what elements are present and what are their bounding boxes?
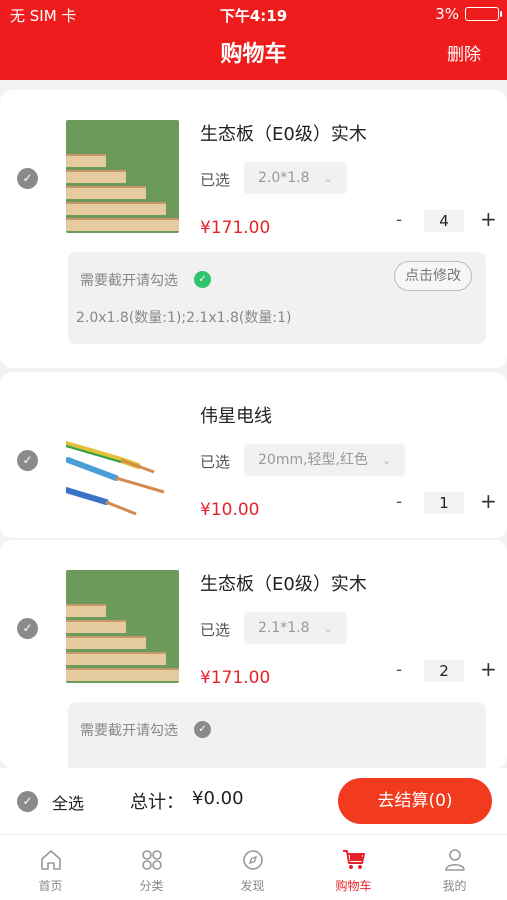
item-check-icon[interactable]: ✓ — [17, 168, 38, 189]
quantity-field[interactable]: 4 — [424, 210, 464, 232]
status-bar: 无 SIM 卡 下午4:19 3% — [0, 0, 507, 28]
compass-icon — [242, 850, 263, 870]
quantity-field[interactable]: 2 — [424, 660, 464, 682]
quantity-field[interactable]: 1 — [424, 492, 464, 514]
cart-item: ✓ 生态板（E0级）实木 已选 2.1*1.8 ⌄ ¥171.00 - 2 + 需… — [0, 540, 507, 768]
tab-cart[interactable]: 购物车 — [303, 835, 404, 900]
total-value: ¥0.00 — [192, 788, 244, 809]
checkout-button[interactable]: 去结算(0) — [338, 778, 492, 824]
total-label: 总计： — [130, 792, 184, 813]
cut-option-box: 需要截开请勾选 ✓ — [68, 702, 486, 768]
spec-value: 20mm,轻型,红色 — [258, 452, 368, 468]
category-icon — [141, 850, 162, 870]
cart-item: ✓ 生态板（E0级）实木 已选 2.0*1.8 ⌄ ¥171.00 - 4 + 需… — [0, 90, 507, 368]
spec-dropdown[interactable]: 20mm,轻型,红色 ⌄ — [244, 444, 406, 476]
cart-item: ✓ 伟星电线 已选 20mm,轻型,红色 ⌄ ¥10.00 - 1 + — [0, 372, 507, 538]
item-check-icon[interactable]: ✓ — [17, 618, 38, 639]
cut-check-icon[interactable]: ✓ — [194, 721, 211, 738]
user-icon — [444, 849, 465, 871]
selected-label: 已选 — [200, 453, 231, 471]
checkout-bar: ✓ 全选 总计： ¥0.00 去结算(0) — [0, 768, 507, 834]
selected-label: 已选 — [200, 171, 231, 189]
decrease-button[interactable]: - — [396, 660, 402, 680]
tab-label: 发现 — [240, 879, 265, 893]
product-name[interactable]: 生态板（E0级）实木 — [200, 120, 367, 146]
price: ¥10.00 — [200, 500, 260, 520]
tab-label: 分类 — [139, 879, 164, 893]
tab-category[interactable]: 分类 — [101, 835, 202, 900]
tab-bar: 首页 分类 发现 购物车 我的 — [0, 834, 507, 900]
delete-button[interactable]: 删除 — [447, 40, 481, 65]
tab-discover[interactable]: 发现 — [202, 835, 303, 900]
cut-prompt: 需要截开请勾选 — [80, 273, 178, 289]
modify-button[interactable]: 点击修改 — [394, 261, 472, 291]
cut-check-icon[interactable]: ✓ — [194, 271, 211, 288]
cut-prompt: 需要截开请勾选 — [80, 723, 178, 739]
product-image[interactable] — [66, 570, 179, 683]
increase-button[interactable]: + — [480, 489, 497, 513]
tab-label: 购物车 — [335, 879, 372, 893]
item-check-icon[interactable]: ✓ — [17, 450, 38, 471]
tab-label: 首页 — [38, 879, 63, 893]
tab-home[interactable]: 首页 — [0, 835, 101, 900]
spec-value: 2.0*1.8 — [258, 170, 310, 186]
product-name[interactable]: 伟星电线 — [200, 402, 272, 428]
increase-button[interactable]: + — [480, 657, 497, 681]
page-title: 购物车 — [220, 42, 287, 67]
select-all-check-icon[interactable]: ✓ — [17, 791, 38, 812]
home-icon — [40, 850, 61, 870]
product-name[interactable]: 生态板（E0级）实木 — [200, 570, 367, 596]
spec-dropdown[interactable]: 2.0*1.8 ⌄ — [244, 162, 347, 194]
price: ¥171.00 — [200, 668, 271, 688]
clock-label: 下午4:19 — [219, 7, 288, 25]
status-right: 3% — [435, 5, 502, 23]
cart-icon — [342, 850, 365, 869]
tab-label: 我的 — [442, 879, 467, 893]
battery-icon — [465, 7, 502, 21]
product-image[interactable] — [66, 120, 179, 233]
decrease-button[interactable]: - — [396, 210, 402, 230]
cut-detail: 2.0x1.8(数量:1);2.1x1.8(数量:1) — [76, 310, 292, 326]
selected-label: 已选 — [200, 621, 231, 639]
tab-mine[interactable]: 我的 — [404, 835, 505, 900]
spec-dropdown[interactable]: 2.1*1.8 ⌄ — [244, 612, 347, 644]
chevron-down-icon: ⌄ — [382, 454, 392, 467]
chevron-down-icon: ⌄ — [323, 622, 333, 635]
spec-value: 2.1*1.8 — [258, 620, 310, 636]
product-image[interactable] — [66, 402, 179, 515]
increase-button[interactable]: + — [480, 207, 497, 231]
battery-percent: 3% — [435, 5, 459, 23]
price: ¥171.00 — [200, 218, 271, 238]
header: 无 SIM 卡 下午4:19 3% 购物车 删除 — [0, 0, 507, 80]
chevron-down-icon: ⌄ — [323, 172, 333, 185]
select-all-label[interactable]: 全选 — [52, 790, 84, 814]
cut-option-box: 需要截开请勾选 ✓ 点击修改 2.0x1.8(数量:1);2.1x1.8(数量:… — [68, 252, 486, 344]
decrease-button[interactable]: - — [396, 492, 402, 512]
